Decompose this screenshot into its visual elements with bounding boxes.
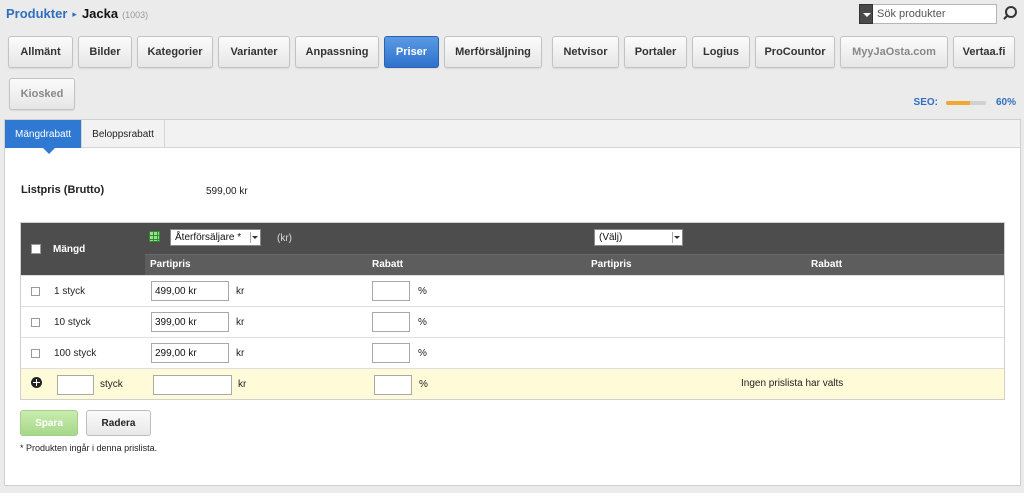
row-checkbox[interactable] — [31, 318, 40, 327]
tab-mangdrabatt[interactable]: Mängdrabatt — [5, 120, 83, 154]
col-partipris: Partipris — [150, 259, 191, 270]
table-row: 10 styck 399,00 kr kr % — [21, 306, 1004, 337]
new-rabatt-input[interactable] — [374, 375, 412, 395]
col-partipris-2: Partipris — [591, 259, 632, 270]
main-tabs: Allmänt Bilder Kategorier Varianter Anpa… — [8, 36, 1020, 68]
table-header-columns: Partipris Rabatt Partipris Rabatt — [21, 254, 1004, 275]
price-panel: Mängdrabatt Beloppsrabatt Listpris (Brut… — [4, 119, 1021, 486]
percent-unit: % — [418, 286, 427, 297]
partipris-input[interactable]: 399,00 kr — [151, 312, 229, 332]
partipris-input[interactable]: 299,00 kr — [151, 343, 229, 363]
search-icon[interactable] — [1001, 4, 1017, 24]
footnote: * Produkten ingår i denna prislista. — [20, 443, 158, 453]
currency-unit: kr — [236, 317, 245, 328]
tab-allmant[interactable]: Allmänt — [8, 36, 73, 68]
chevron-down-icon — [250, 232, 259, 243]
new-quantity-input[interactable] — [57, 375, 94, 395]
tab-netvisor[interactable]: Netvisor — [552, 36, 619, 68]
rabatt-input[interactable] — [372, 281, 410, 301]
tab-bilder[interactable]: Bilder — [78, 36, 132, 68]
table-row: 100 styck 299,00 kr kr % — [21, 337, 1004, 368]
listpris-value: 599,00 kr — [206, 186, 248, 197]
main-tabs-row2: Kiosked — [9, 78, 80, 110]
rabatt-input[interactable] — [372, 312, 410, 332]
partipris-input[interactable]: 499,00 kr — [151, 281, 229, 301]
tab-myyjaosta[interactable]: MyyJaOsta.com — [840, 36, 948, 68]
mangd-header-label: Mängd — [53, 243, 86, 255]
seo-progress-fill — [945, 100, 970, 105]
currency-unit: kr — [236, 286, 245, 297]
spreadsheet-icon[interactable] — [149, 231, 160, 242]
tab-anpassning[interactable]: Anpassning — [295, 36, 379, 68]
select-all-checkbox[interactable] — [31, 244, 41, 254]
search-input[interactable] — [873, 3, 997, 24]
seo-indicator: SEO: 60% — [914, 97, 1016, 108]
row-quantity: 1 styck — [54, 286, 86, 297]
rabatt-input[interactable] — [372, 343, 410, 363]
currency-unit: kr — [238, 379, 247, 390]
quantity-discount-table: Mängd Återförsäljare * (kr) (Välj) Parti… — [20, 222, 1005, 400]
new-partipris-input[interactable] — [153, 375, 232, 395]
pricelist-select-1[interactable]: Återförsäljare * — [170, 229, 261, 246]
new-row: styck kr % Ingen prislista har valts — [21, 368, 1004, 399]
product-name: Jacka — [81, 6, 119, 21]
delete-button[interactable]: Radera — [86, 410, 151, 436]
tab-priser[interactable]: Priser — [384, 36, 439, 68]
pricelist-select-2-value: (Välj) — [599, 232, 623, 243]
tab-beloppsrabatt[interactable]: Beloppsrabatt — [82, 120, 165, 148]
mangd-header: Mängd — [21, 223, 145, 275]
breadcrumb: Produkter ▸ Jacka (1003) — [6, 6, 148, 21]
percent-unit: % — [418, 317, 427, 328]
col-rabatt-2: Rabatt — [811, 259, 843, 270]
breadcrumb-separator-icon: ▸ — [72, 9, 77, 19]
seo-value: 60% — [995, 97, 1016, 108]
add-row-icon[interactable] — [31, 377, 42, 388]
tab-kiosked[interactable]: Kiosked — [9, 78, 75, 110]
search-bar — [859, 3, 1017, 24]
pricelist-select-1-value: Återförsäljare * — [175, 232, 242, 243]
currency-unit: kr — [236, 348, 245, 359]
new-quantity-unit: styck — [100, 379, 123, 390]
tab-kategorier[interactable]: Kategorier — [137, 36, 213, 68]
tab-merforsaljning[interactable]: Merförsäljning — [444, 36, 542, 68]
tab-portaler[interactable]: Portaler — [624, 36, 687, 68]
pricelist-select-2[interactable]: (Välj) — [594, 229, 683, 246]
table-header-top: Mängd Återförsäljare * (kr) (Välj) — [21, 223, 1004, 275]
percent-unit: % — [419, 379, 428, 390]
save-button[interactable]: Spara — [20, 410, 78, 436]
listpris-label: Listpris (Brutto) — [21, 184, 105, 196]
no-pricelist-message: Ingen prislista har valts — [741, 378, 844, 389]
search-scope-dropdown[interactable] — [859, 3, 873, 24]
pricelist-currency: (kr) — [277, 233, 292, 244]
chevron-down-icon — [672, 232, 681, 243]
tab-logius[interactable]: Logius — [692, 36, 750, 68]
tab-varianter[interactable]: Varianter — [218, 36, 290, 68]
tab-vertaa[interactable]: Vertaa.fi — [953, 36, 1015, 68]
seo-progress-bar — [945, 100, 986, 105]
tab-procountor[interactable]: ProCountor — [755, 36, 835, 68]
breadcrumb-products-link[interactable]: Produkter — [6, 6, 67, 21]
row-checkbox[interactable] — [31, 349, 40, 358]
row-quantity: 10 styck — [54, 317, 91, 328]
row-quantity: 100 styck — [54, 348, 97, 359]
discount-tabs: Mängdrabatt Beloppsrabatt — [5, 120, 1020, 154]
product-id: (1003) — [122, 10, 149, 20]
row-checkbox[interactable] — [31, 287, 40, 296]
seo-label: SEO: — [913, 97, 938, 108]
col-rabatt: Rabatt — [372, 259, 404, 270]
table-row: 1 styck 499,00 kr kr % — [21, 275, 1004, 306]
percent-unit: % — [418, 348, 427, 359]
